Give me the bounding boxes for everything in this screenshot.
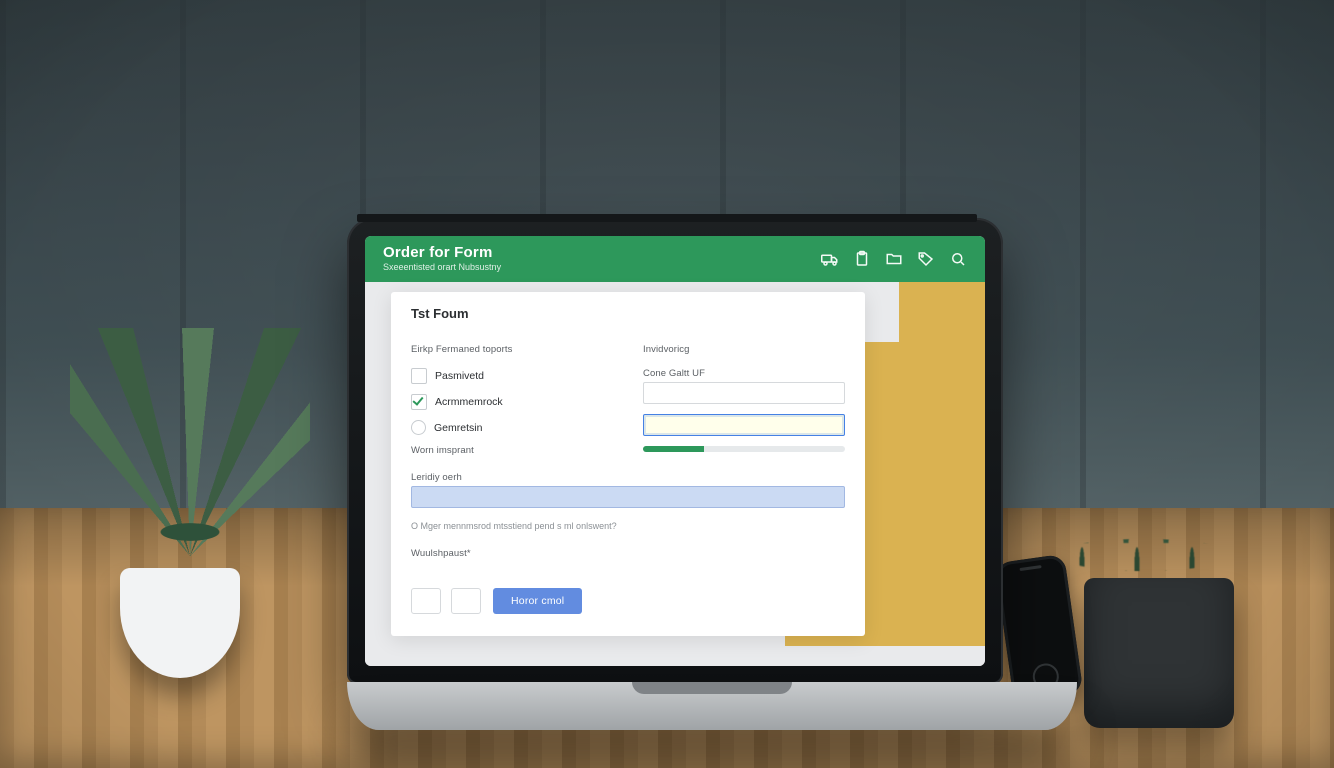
radio-1-label: Gemretsin <box>434 422 482 434</box>
slider-input[interactable] <box>411 486 845 508</box>
header-icons <box>821 250 967 268</box>
form-card: Tst Foum Eirkp Fermaned toports Pasmivet… <box>391 292 865 636</box>
left-spacer-label: Worn imsprant <box>411 445 613 456</box>
hint-text: O Mger mennmsrod mtsstiend pend s ml onl… <box>411 521 845 544</box>
app-title: Order for Form <box>383 245 501 262</box>
laptop: Order for Form Sxeeentisted orart Nubsus… <box>347 218 987 730</box>
app-header: Order for Form Sxeeentisted orart Nubsus… <box>365 236 985 282</box>
folder-icon[interactable] <box>885 250 903 268</box>
right-field-active <box>643 414 845 436</box>
checkbox-2[interactable] <box>411 394 427 410</box>
pot-dark <box>1084 578 1234 728</box>
right-field-1: Cone Galtt UF <box>643 368 845 404</box>
primary-button[interactable]: Horor cmol <box>493 588 582 614</box>
header-left: Order for Form Sxeeentisted orart Nubsus… <box>383 245 501 272</box>
laptop-lid: Order for Form Sxeeentisted orart Nubsus… <box>347 218 1003 684</box>
checkbox-1[interactable] <box>411 368 427 384</box>
laptop-hinge <box>357 214 977 222</box>
app-subtitle: Sxeeentisted orart Nubsustny <box>383 263 501 273</box>
checkbox-2-label: Acrmmemrock <box>435 396 503 408</box>
left-group-label: Eirkp Fermaned toports <box>411 344 613 355</box>
clipboard-icon[interactable] <box>853 250 871 268</box>
right-field-1-label: Cone Galtt UF <box>643 368 845 379</box>
group-label-left: Eirkp Fermaned toports <box>411 344 613 358</box>
checkbox-row-2[interactable]: Acrmmemrock <box>411 394 613 410</box>
radio-row-1[interactable]: Gemretsin <box>411 420 613 435</box>
group-label-right: Invidvoricg <box>643 344 845 358</box>
form-left-column: Eirkp Fermaned toports Pasmivetd Acrmmem… <box>411 344 613 472</box>
truck-icon[interactable] <box>821 250 839 268</box>
right-input-active[interactable] <box>643 414 845 436</box>
tag-icon[interactable] <box>917 250 935 268</box>
right-progress <box>643 446 845 452</box>
progress-bar <box>643 446 845 452</box>
form-section-title: Tst Foum <box>411 306 845 334</box>
search-icon[interactable] <box>949 250 967 268</box>
right-input-1[interactable] <box>643 382 845 404</box>
right-group-label: Invidvoricg <box>643 344 845 355</box>
app-body: Tst Foum Eirkp Fermaned toports Pasmivet… <box>365 282 985 666</box>
app-window: Order for Form Sxeeentisted orart Nubsus… <box>365 236 985 666</box>
required-note: Wuulshpaust* <box>411 548 845 572</box>
slider-label: Leridiy oerh <box>411 472 845 483</box>
ghost-button-1[interactable] <box>411 588 441 614</box>
scene-photo: Order for Form Sxeeentisted orart Nubsus… <box>0 0 1334 768</box>
form-right-column: Invidvoricg Cone Galtt UF <box>643 344 845 472</box>
laptop-base <box>347 682 1077 730</box>
progress-fill <box>643 446 704 452</box>
ghost-button-2[interactable] <box>451 588 481 614</box>
button-row: Horor cmol <box>411 581 845 620</box>
laptop-screen: Order for Form Sxeeentisted orart Nubsus… <box>365 236 985 666</box>
checkbox-1-label: Pasmivetd <box>435 370 484 382</box>
radio-1[interactable] <box>411 420 426 435</box>
slider-row: Leridiy oerh <box>411 472 845 521</box>
checkbox-row-1[interactable]: Pasmivetd <box>411 368 613 384</box>
